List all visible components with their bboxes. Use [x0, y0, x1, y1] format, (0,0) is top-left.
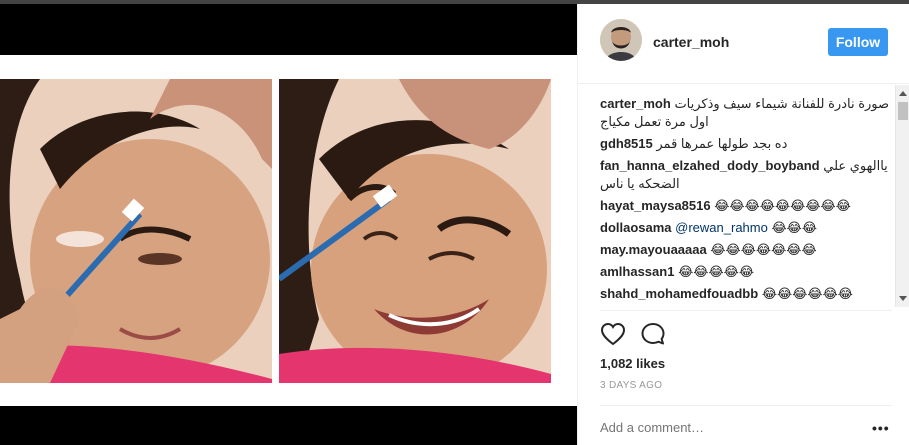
post-sidebar: carter_moh Follow carter_moh صورة نادرة … [577, 4, 909, 445]
like-count[interactable]: 1,082 likes [600, 356, 665, 371]
comment-bubble-icon[interactable] [640, 322, 666, 351]
heart-icon[interactable] [600, 322, 626, 351]
comment-text: ده بجد طولها عمرها قمر [656, 136, 788, 151]
comment-text: 😂😂😂😂😂😂😂😂😂 [714, 198, 851, 213]
comment-mention-link[interactable]: @rewan_rahmo [675, 220, 768, 235]
comment-username[interactable]: hayat_maysa8516 [600, 198, 711, 213]
comment-text: 😂😂😂😂😂 [678, 264, 755, 279]
comment-username[interactable]: may.mayouaaaaa [600, 242, 707, 257]
follow-button[interactable]: Follow [828, 28, 888, 56]
photo-left-panel [0, 79, 272, 383]
comment-text: 😂😂😂 [771, 220, 818, 235]
post-image[interactable] [0, 55, 577, 406]
comment-text: 😂😂😂😂😂😂😂 [710, 242, 817, 257]
post-timestamp[interactable]: 3 DAYS AGO [600, 380, 662, 391]
more-options-icon[interactable]: ••• [872, 420, 890, 436]
comment-username[interactable]: shahd_mohamedfouadbb [600, 286, 758, 301]
photo-right-panel [279, 79, 551, 383]
list-item: shahd_mohamedfouadbb 😂😂😂😂😂😂 [600, 285, 892, 303]
scrollbar-thumb[interactable] [898, 102, 908, 120]
comments-scrollbar[interactable] [895, 85, 909, 307]
caption: carter_moh صورة نادرة للفنانة شيماء سيف … [600, 95, 892, 131]
post-media [0, 4, 577, 445]
list-item: amlhassan1 😂😂😂😂😂 [600, 263, 892, 281]
comment-username[interactable]: dollaosama [600, 220, 672, 235]
list-item: gdh8515 ده بجد طولها عمرها قمر [600, 135, 892, 153]
comment-username[interactable]: fan_hanna_elzahed_dody_boyband [600, 158, 820, 173]
author-username[interactable]: carter_moh [653, 34, 729, 50]
divider [600, 310, 892, 311]
list-item: dollaosama @rewan_rahmo 😂😂😂 [600, 219, 892, 237]
add-comment-input[interactable] [600, 420, 840, 435]
comment-username[interactable]: amlhassan1 [600, 264, 674, 279]
comment-username[interactable]: gdh8515 [600, 136, 653, 151]
list-item: fan_hanna_elzahed_dody_boyband ياالهوي ع… [600, 157, 892, 193]
post-header: carter_moh Follow [578, 4, 909, 84]
divider [600, 405, 892, 406]
caption-username[interactable]: carter_moh [600, 96, 671, 111]
list-item: hayat_maysa8516 😂😂😂😂😂😂😂😂😂 [600, 197, 892, 215]
comment-text: 😂😂😂😂😂😂 [761, 286, 853, 301]
avatar[interactable] [600, 19, 642, 61]
comments-list: carter_moh صورة نادرة للفنانة شيماء سيف … [600, 95, 892, 307]
scroll-up-arrow-icon[interactable] [899, 91, 907, 96]
scroll-down-arrow-icon[interactable] [899, 296, 907, 301]
list-item: may.mayouaaaaa 😂😂😂😂😂😂😂 [600, 241, 892, 259]
